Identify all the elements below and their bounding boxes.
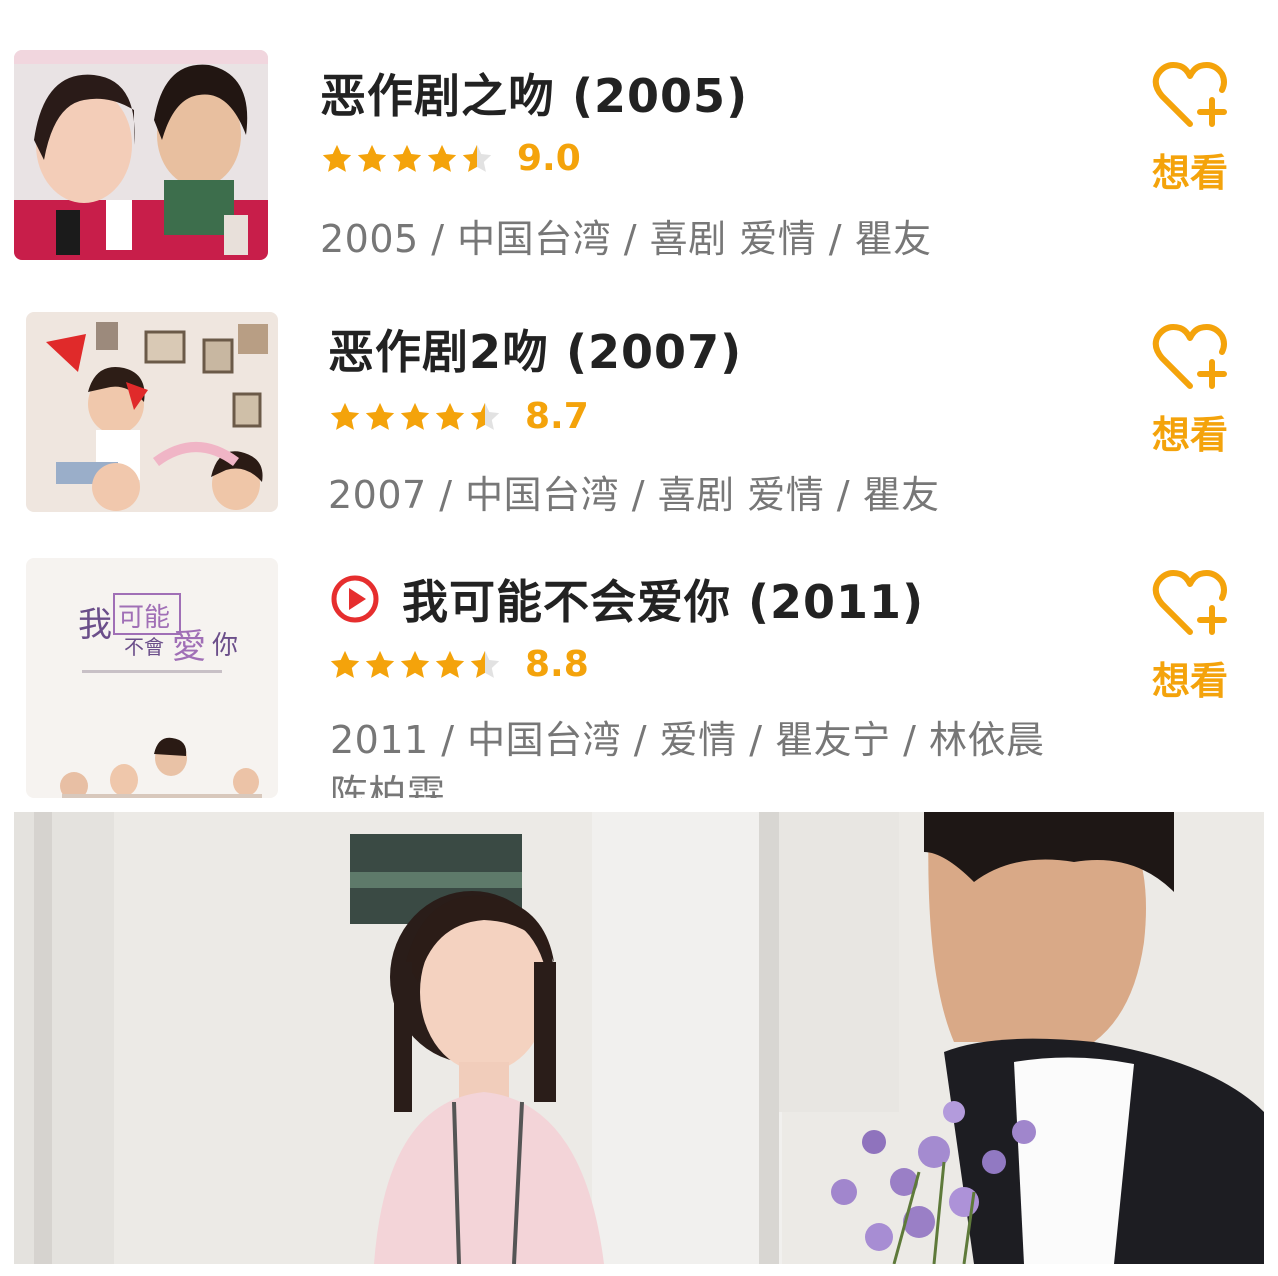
star-full-icon bbox=[322, 144, 352, 172]
rating-score: 8.8 bbox=[525, 644, 589, 685]
poster-image bbox=[14, 50, 268, 260]
poster-image: 我 可能 不會 愛 你 bbox=[26, 558, 278, 798]
star-full-icon bbox=[330, 650, 360, 678]
poster-text: 愛 bbox=[172, 627, 206, 667]
play-icon bbox=[331, 575, 379, 623]
poster-text: 你 bbox=[212, 631, 238, 661]
poster-text: 我 bbox=[78, 605, 112, 645]
star-full-icon bbox=[365, 402, 395, 430]
want-to-watch-label: 想看 bbox=[1151, 659, 1228, 703]
want-to-watch-label: 想看 bbox=[1151, 151, 1228, 195]
rating-score: 9.0 bbox=[517, 138, 581, 179]
rating: 8.8 bbox=[328, 644, 589, 685]
star-full-icon bbox=[365, 650, 395, 678]
heart-plus-icon bbox=[1152, 324, 1227, 389]
movie-title-text: 我可能不会爱你 (2011) bbox=[402, 575, 925, 629]
star-rating bbox=[328, 400, 503, 434]
poster-text: 可能 bbox=[118, 603, 170, 633]
want-to-watch-button[interactable]: 想看 bbox=[1150, 60, 1230, 197]
movie-title[interactable]: 我可能不会爱你 (2011) bbox=[330, 566, 924, 632]
poster-text: 不會 bbox=[124, 635, 164, 659]
movie-title[interactable]: 恶作剧2吻 (2007) bbox=[328, 316, 742, 382]
rating: 8.7 bbox=[328, 396, 589, 437]
star-full-icon bbox=[427, 144, 457, 172]
movie-title[interactable]: 恶作剧之吻 (2005) bbox=[320, 60, 748, 126]
heart-plus-icon bbox=[1152, 62, 1227, 127]
star-full-icon bbox=[435, 402, 465, 430]
star-full-icon bbox=[400, 402, 430, 430]
star-rating bbox=[328, 648, 503, 682]
movie-list-item[interactable]: 恶作剧之吻 (2005) 9.0 2005 / 中国台湾 / 喜剧 爱情 / 瞿… bbox=[0, 30, 1278, 264]
star-full-icon bbox=[392, 144, 422, 172]
want-to-watch-button[interactable]: 想看 bbox=[1150, 322, 1230, 459]
rating: 9.0 bbox=[320, 138, 581, 179]
heart-plus-icon bbox=[1152, 570, 1227, 635]
movie-title-text: 恶作剧2吻 (2007) bbox=[328, 325, 743, 379]
movie-meta: 2007 / 中国台湾 / 喜剧 爱情 / 瞿友 bbox=[328, 473, 940, 517]
movie-poster[interactable] bbox=[26, 312, 278, 512]
movie-poster[interactable] bbox=[14, 50, 268, 260]
star-half-icon bbox=[470, 650, 500, 678]
movie-poster[interactable]: 我 可能 不會 愛 你 bbox=[26, 558, 278, 798]
star-half-icon bbox=[462, 144, 492, 172]
drama-still-photo bbox=[14, 812, 1264, 1264]
star-full-icon bbox=[330, 402, 360, 430]
star-full-icon bbox=[357, 144, 387, 172]
movie-title-text: 恶作剧之吻 (2005) bbox=[320, 69, 749, 123]
movie-meta: 2011 / 中国台湾 / 爱情 / 瞿友宁 / 林依晨 陈柏霖 bbox=[330, 718, 1045, 798]
star-full-icon bbox=[400, 650, 430, 678]
movie-meta: 2005 / 中国台湾 / 喜剧 爱情 / 瞿友 bbox=[320, 217, 932, 261]
want-to-watch-label: 想看 bbox=[1151, 413, 1228, 457]
movie-list-item[interactable]: 恶作剧2吻 (2007) 8.7 2007 / 中国台湾 / 喜剧 爱情 / 瞿… bbox=[0, 296, 1278, 518]
star-rating bbox=[320, 142, 495, 176]
star-full-icon bbox=[435, 650, 465, 678]
want-to-watch-button[interactable]: 想看 bbox=[1150, 568, 1230, 705]
star-half-icon bbox=[470, 402, 500, 430]
poster-image bbox=[26, 312, 278, 512]
still-image bbox=[14, 812, 1264, 1264]
rating-score: 8.7 bbox=[525, 396, 589, 437]
movie-list-item[interactable]: 我 可能 不會 愛 你 我可能不会爱你 (2011) 8.8 2011 / 中国… bbox=[0, 548, 1278, 798]
